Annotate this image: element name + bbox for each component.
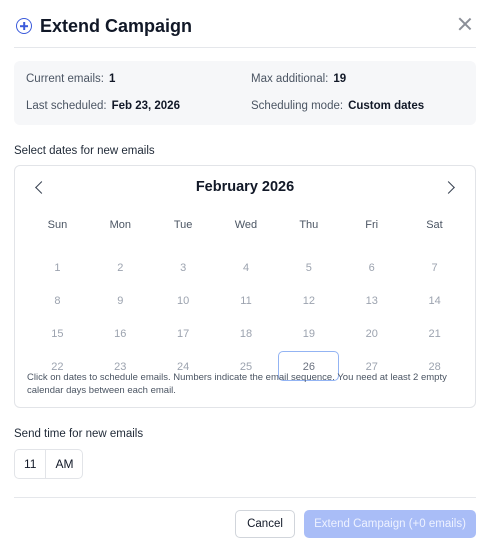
time-section-label: Send time for new emails bbox=[14, 428, 144, 440]
weekday-label: Thu bbox=[299, 219, 319, 231]
extend-campaign-button[interactable]: Extend Campaign (+0 emails) bbox=[304, 510, 476, 538]
calendar-day[interactable]: 11 bbox=[216, 285, 277, 315]
dialog-title: Extend Campaign bbox=[40, 15, 193, 36]
plus-circle-icon bbox=[16, 18, 32, 34]
campaign-summary: Current emails: 1 Max additional: 19 Last … bbox=[14, 61, 476, 125]
calendar-day[interactable]: 21 bbox=[404, 318, 465, 348]
calendar-day[interactable]: 1 bbox=[27, 252, 88, 282]
weekday-label: Tue bbox=[173, 219, 193, 231]
last-scheduled: Last scheduled: Feb 23, 2026 bbox=[26, 100, 180, 112]
calendar-day[interactable]: 14 bbox=[404, 285, 465, 315]
calendar-day[interactable]: 5 bbox=[278, 252, 339, 282]
weekday-row: Sun Mon Tue Wed Thu Fri Sat bbox=[26, 216, 466, 234]
current-emails: Current emails: 1 bbox=[26, 73, 116, 85]
weekday-label: Mon bbox=[109, 219, 131, 231]
calendar-grid: Sun Mon Tue Wed Thu Fri Sat 1 2 3 4 5 6 … bbox=[26, 216, 466, 382]
calendar-week: 1 2 3 4 5 6 7 bbox=[26, 250, 466, 283]
scheduling-mode: Scheduling mode: Custom dates bbox=[251, 100, 425, 112]
calendar-day[interactable]: 12 bbox=[278, 285, 339, 315]
calendar-month: February 2026 bbox=[195, 179, 295, 195]
dates-section-label: Select dates for new emails bbox=[14, 145, 155, 157]
weekday-label: Fri bbox=[365, 219, 379, 231]
calendar-week: 8 9 10 11 12 13 14 bbox=[26, 283, 466, 316]
calendar-header: February 2026 bbox=[15, 178, 475, 200]
hour-select[interactable]: 11 bbox=[15, 450, 45, 478]
calendar-week: 15 16 17 18 19 20 21 bbox=[26, 316, 466, 349]
calendar-day[interactable]: 16 bbox=[90, 318, 151, 348]
weekday-label: Wed bbox=[234, 219, 258, 231]
calendar-day[interactable]: 7 bbox=[404, 252, 465, 282]
calendar-day[interactable]: 19 bbox=[278, 318, 339, 348]
header-divider bbox=[14, 47, 476, 48]
cancel-button[interactable]: Cancel bbox=[235, 510, 295, 538]
calendar-day[interactable]: 8 bbox=[27, 285, 88, 315]
calendar-day[interactable]: 3 bbox=[153, 252, 214, 282]
calendar-day[interactable]: 15 bbox=[27, 318, 88, 348]
calendar-day[interactable]: 13 bbox=[341, 285, 402, 315]
dialog-header: Extend Campaign bbox=[14, 12, 474, 40]
close-icon[interactable] bbox=[458, 17, 472, 31]
calendar-day[interactable]: 2 bbox=[90, 252, 151, 282]
weekday-label: Sat bbox=[426, 219, 443, 231]
calendar-day[interactable]: 6 bbox=[341, 252, 402, 282]
calendar-day[interactable]: 4 bbox=[216, 252, 277, 282]
weekday-label: Sun bbox=[47, 219, 68, 231]
calendar-day[interactable]: 18 bbox=[216, 318, 277, 348]
date-picker-calendar: February 2026 Sun Mon Tue Wed Thu Fri Sa… bbox=[14, 165, 476, 408]
calendar-hint: Click on dates to schedule emails. Numbe… bbox=[27, 372, 447, 396]
calendar-day[interactable]: 17 bbox=[153, 318, 214, 348]
calendar-day[interactable]: 9 bbox=[90, 285, 151, 315]
max-additional: Max additional: 19 bbox=[251, 73, 347, 85]
footer-divider bbox=[14, 497, 476, 498]
calendar-day[interactable]: 20 bbox=[341, 318, 402, 348]
send-time-picker: 11 AM bbox=[14, 449, 84, 479]
period-select[interactable]: AM bbox=[45, 450, 82, 478]
calendar-day[interactable]: 10 bbox=[153, 285, 214, 315]
